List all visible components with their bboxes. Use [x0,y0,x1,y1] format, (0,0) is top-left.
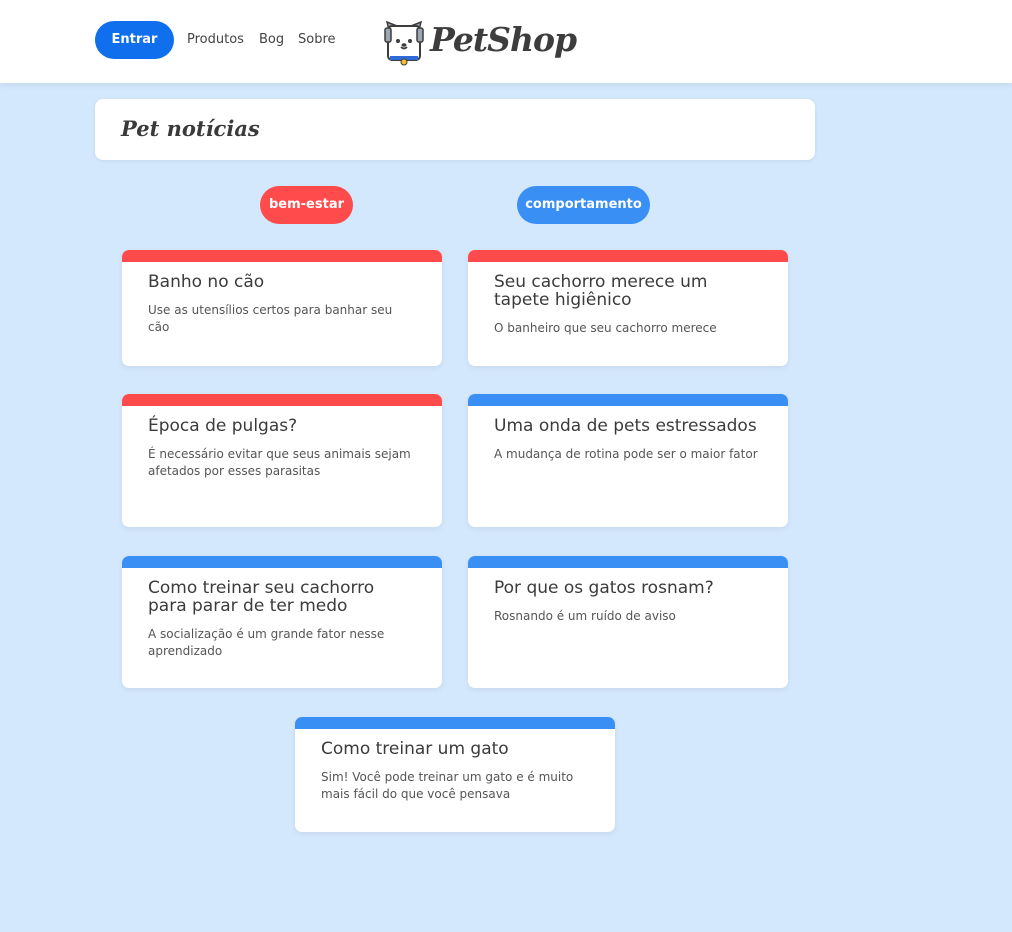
header: Entrar Produtos Bog Sobre PetShop [0,0,1012,83]
login-button[interactable]: Entrar [95,21,174,59]
article-description: É necessário evitar que seus animais sej… [148,447,411,478]
logo[interactable]: PetShop [383,16,577,72]
article-title: Por que os gatos rosnam? [494,578,714,598]
nav-link-produtos[interactable]: Produtos [187,32,244,47]
article-card[interactable]: Uma onda de pets estressados A mudança d… [468,394,788,527]
article-description: A mudança de rotina pode ser o maior fat… [494,447,758,461]
dog-logo-icon [384,20,424,66]
logo-text: PetShop [430,20,577,59]
article-description: A socialização é um grande fator nesse a… [148,627,385,658]
article-title: Uma onda de pets estressados [494,416,757,436]
article-title: Seu cachorro merece um tapete higiênico [494,272,708,310]
filter-chip-comportamento[interactable]: comportamento [517,186,650,224]
article-card[interactable]: Época de pulgas? É necessário evitar que… [122,394,442,527]
article-card[interactable]: Seu cachorro merece um tapete higiênico … [468,250,788,366]
page-title-box: Pet notícias [95,99,815,160]
card-category-bar [122,556,442,568]
card-category-bar [295,717,615,729]
card-category-bar [122,394,442,406]
article-title: Época de pulgas? [148,416,298,436]
card-category-bar [122,250,442,262]
nav-link-bog[interactable]: Bog [259,32,284,47]
article-title: Banho no cão [148,272,265,292]
filter-chip-bem-estar[interactable]: bem-estar [260,186,353,224]
card-category-bar [468,394,788,406]
page-title: Pet notícias [121,116,260,141]
article-card[interactable]: Banho no cão Use as utensílios certos pa… [122,250,442,366]
article-card[interactable]: Por que os gatos rosnam? Rosnando é um r… [468,556,788,688]
article-description: Rosnando é um ruído de aviso [494,609,676,623]
article-card[interactable]: Como treinar um gato Sim! Você pode trei… [295,717,615,832]
card-category-bar [468,250,788,262]
article-description: O banheiro que seu cachorro merece [494,321,717,335]
nav-link-sobre[interactable]: Sobre [298,32,336,47]
article-title: Como treinar um gato [321,739,509,759]
article-description: Sim! Você pode treinar um gato e é muito… [321,770,574,801]
article-description: Use as utensílios certos para banhar seu… [148,303,393,334]
article-card[interactable]: Como treinar seu cachorro para parar de … [122,556,442,688]
card-category-bar [468,556,788,568]
article-title: Como treinar seu cachorro para parar de … [148,578,375,616]
